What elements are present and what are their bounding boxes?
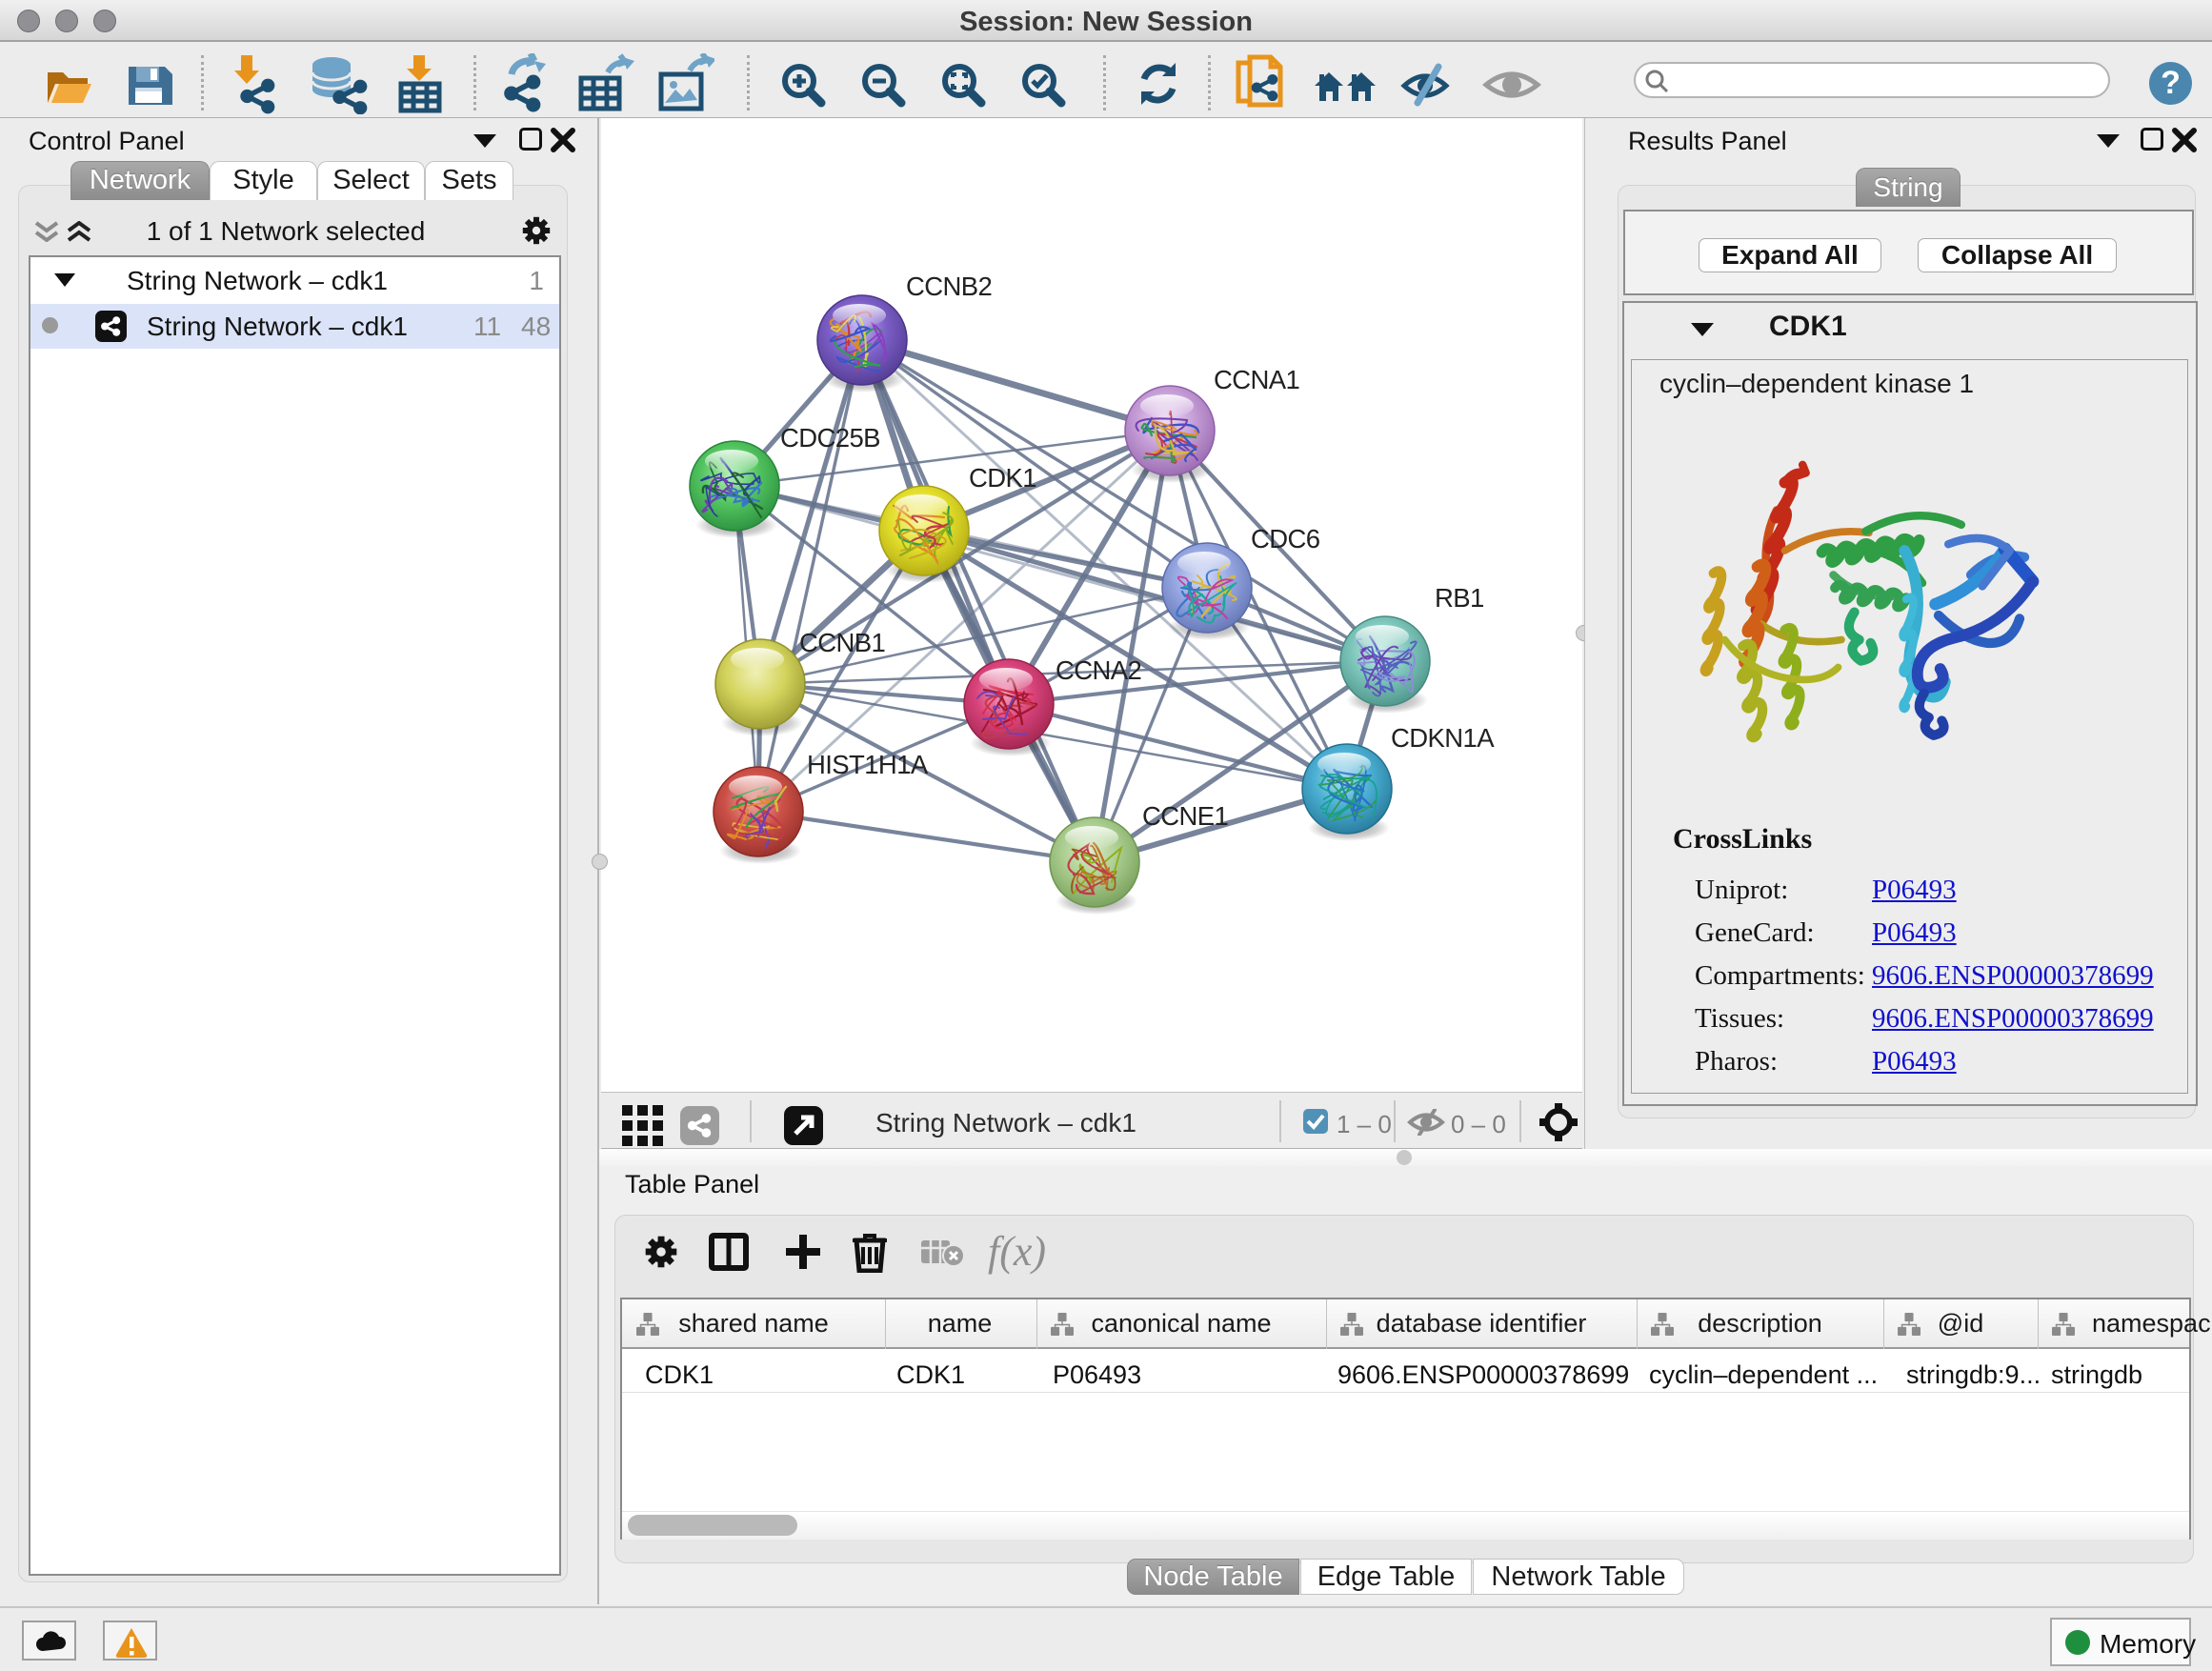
svg-text:CDKN1A: CDKN1A [1391,723,1495,753]
svg-text:CCNA2: CCNA2 [1056,655,1141,685]
svg-text:RB1: RB1 [1435,583,1484,613]
svg-text:CCNB1: CCNB1 [799,628,885,657]
svg-text:CCNE1: CCNE1 [1142,801,1228,831]
svg-text:HIST1H1A: HIST1H1A [807,750,929,779]
svg-text:CDC25B: CDC25B [780,423,880,453]
svg-text:CCNB2: CCNB2 [906,272,992,301]
svg-text:CDC6: CDC6 [1251,524,1320,554]
svg-text:CDK1: CDK1 [969,463,1036,493]
svg-text:CCNA1: CCNA1 [1214,365,1299,394]
